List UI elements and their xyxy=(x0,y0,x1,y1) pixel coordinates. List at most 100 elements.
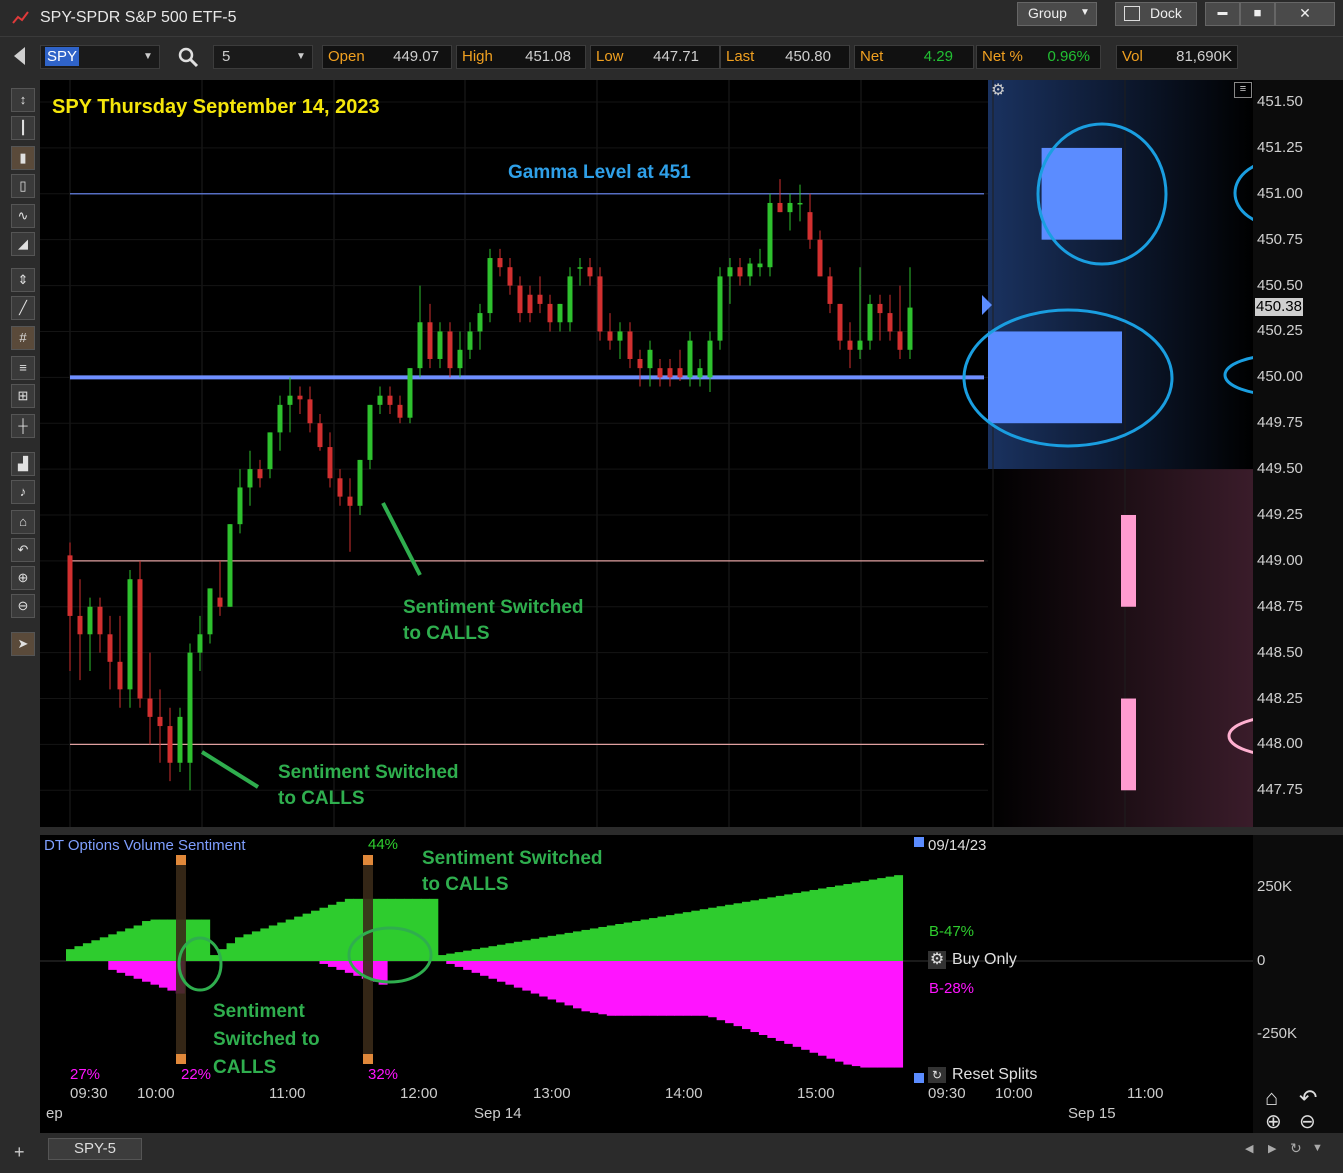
sentiment-buy-bar xyxy=(733,903,743,961)
home-icon[interactable]: ⌂ xyxy=(1265,1085,1278,1111)
candle-body xyxy=(587,267,593,277)
date-label-sep14: Sep 14 xyxy=(474,1105,522,1122)
sentiment-buy-bar xyxy=(564,932,574,961)
sentiment-sell-bar xyxy=(725,961,735,1024)
candle-body xyxy=(627,331,633,359)
candle-body xyxy=(717,276,723,341)
scale-icon[interactable]: ⇕ xyxy=(11,268,35,292)
back-arrow-icon[interactable] xyxy=(14,47,25,65)
sentiment-buy-bar xyxy=(665,915,675,961)
sentiment-buy-bar xyxy=(142,921,151,961)
grid-icon[interactable]: # xyxy=(11,326,35,350)
add-tab-button[interactable]: + xyxy=(14,1142,25,1163)
crosshair-icon[interactable]: ┼ xyxy=(11,414,35,438)
chevron-down-icon[interactable]: ▼ xyxy=(1312,1142,1323,1154)
cursor-mode-icon[interactable]: ↕ xyxy=(11,88,35,112)
reset-splits-label: Reset Splits xyxy=(952,1066,1038,1083)
sentiment-chart[interactable]: DT Options Volume Sentiment 09/14/23 B-4… xyxy=(40,835,1253,1083)
refresh-icon[interactable]: ↻ xyxy=(1290,1140,1302,1157)
price-axis-label: 448.25 xyxy=(1257,689,1303,707)
home-icon[interactable]: ⌂ xyxy=(11,510,35,534)
volume-field: Vol 81,690K xyxy=(1116,45,1238,69)
candle-body xyxy=(337,478,343,497)
note-icon[interactable]: ♪ xyxy=(11,480,35,504)
sentiment-buy-bar xyxy=(167,919,177,961)
sentiment-buy-bar xyxy=(758,898,768,961)
undo-icon[interactable]: ↶ xyxy=(1299,1085,1317,1111)
dock-icon xyxy=(1124,6,1140,21)
zoom-out-icon[interactable]: ⊖ xyxy=(1299,1109,1316,1134)
sentiment-buy-bar xyxy=(716,906,726,961)
search-icon[interactable] xyxy=(177,46,199,68)
price-chart[interactable]: SPY Thursday September 14, 2023 Gamma Le… xyxy=(40,80,1343,827)
gear-icon[interactable]: ⚙ xyxy=(991,82,1009,100)
sentiment-buy-bar xyxy=(708,907,718,961)
hollow-candle-icon[interactable]: ▯ xyxy=(11,174,35,198)
scroll-right-icon[interactable]: ▶ xyxy=(1268,1142,1276,1155)
chevron-down-icon[interactable]: ▼ xyxy=(143,46,153,68)
sentiment-buy-bar xyxy=(742,901,751,961)
menu-icon[interactable]: ≡ xyxy=(1234,82,1252,98)
scroll-left-icon[interactable]: ◀ xyxy=(1245,1142,1253,1155)
current-price-tag: 450.38 xyxy=(1255,298,1303,316)
window-title: SPY-SPDR S&P 500 ETF-5 xyxy=(40,9,237,26)
crosshair-grid-icon[interactable]: ⊞ xyxy=(11,384,35,408)
sentiment-buy-bar xyxy=(843,884,853,961)
trendline-icon[interactable]: ╱ xyxy=(11,296,35,320)
sentiment-sell-bar xyxy=(767,961,777,1038)
tab-spy-5[interactable]: SPY-5 xyxy=(48,1138,142,1160)
sentiment-sell-bar xyxy=(581,961,591,1012)
symbol-input[interactable]: SPY ▼ xyxy=(40,45,160,69)
zoom-out-icon[interactable]: ⊖ xyxy=(11,594,35,618)
session-marker xyxy=(914,837,924,847)
zoom-in-icon[interactable]: ⊕ xyxy=(11,566,35,590)
interval-input[interactable]: 5 ▼ xyxy=(213,45,313,69)
sentiment-sell-bar xyxy=(496,961,506,982)
pointer-icon[interactable]: ➤ xyxy=(11,632,35,656)
candlestick-icon[interactable]: ▮ xyxy=(11,146,35,170)
table-icon[interactable]: ≡ xyxy=(11,356,35,380)
low-label: Low xyxy=(596,48,624,65)
sentiment-sell-bar xyxy=(564,961,574,1006)
dock-button[interactable]: Dock xyxy=(1115,2,1197,26)
chevron-down-icon[interactable]: ▼ xyxy=(296,46,306,68)
reset-splits-button[interactable]: ↻ Reset Splits xyxy=(928,1066,1037,1084)
volume-bars-icon[interactable]: ▟ xyxy=(11,452,35,476)
area-chart-icon[interactable]: ◢ xyxy=(11,232,35,256)
sentiment-sell-bar xyxy=(133,961,143,979)
sentiment-buy-bar xyxy=(294,916,304,961)
sentiment-buy-bar xyxy=(319,907,329,961)
zoom-in-icon[interactable]: ⊕ xyxy=(1265,1109,1282,1134)
sentiment-buy-bar xyxy=(522,940,532,961)
price-axis-label: 447.75 xyxy=(1257,781,1303,799)
sentiment-buy-bar xyxy=(66,949,75,961)
sentiment-buy-bar xyxy=(750,900,760,961)
sentiment-sell-bar xyxy=(167,961,177,991)
minimize-button[interactable]: ▬ xyxy=(1205,2,1240,26)
sentiment-sell-bar xyxy=(758,961,768,1035)
maximize-button[interactable]: ■ xyxy=(1240,2,1275,26)
high-value: 451.08 xyxy=(525,48,571,65)
bar-chart-icon[interactable]: ┃ xyxy=(11,116,35,140)
candle-body xyxy=(117,661,123,690)
sentiment-buy-bar xyxy=(775,895,785,961)
sentiment-buy-bar xyxy=(767,897,777,961)
annotation-line-1: Sentiment xyxy=(213,1001,305,1022)
buy-only-toggle[interactable]: ⚙ Buy Only xyxy=(928,951,1017,969)
price-axis-label: 450.25 xyxy=(1257,322,1303,340)
sentiment-buy-bar xyxy=(488,946,498,961)
undo-icon[interactable]: ↶ xyxy=(11,538,35,562)
close-button[interactable]: ✕ xyxy=(1275,2,1335,26)
time-axis[interactable]: 09:30 10:00 11:00 12:00 13:00 14:00 15:00 09:30… xyxy=(40,1083,1253,1133)
time-axis-label: 09:30 xyxy=(70,1085,108,1102)
high-field: High 451.08 xyxy=(456,45,586,69)
sentiment-buy-bar xyxy=(108,934,118,961)
line-chart-icon[interactable]: ∿ xyxy=(11,204,35,228)
candle-body xyxy=(227,524,233,607)
sentiment-buy-bar xyxy=(606,925,616,961)
sentiment-sell-bar xyxy=(547,961,557,1000)
price-axis[interactable]: 451.50 451.25 451.00 450.75 450.50 450.25 450.… xyxy=(1253,80,1343,827)
group-dropdown[interactable]: Group ▼ xyxy=(1017,2,1097,26)
status-bar: + SPY-5 ◀ ▶ ↻ ▼ xyxy=(0,1138,1343,1173)
sentiment-buy-bar xyxy=(860,881,870,961)
